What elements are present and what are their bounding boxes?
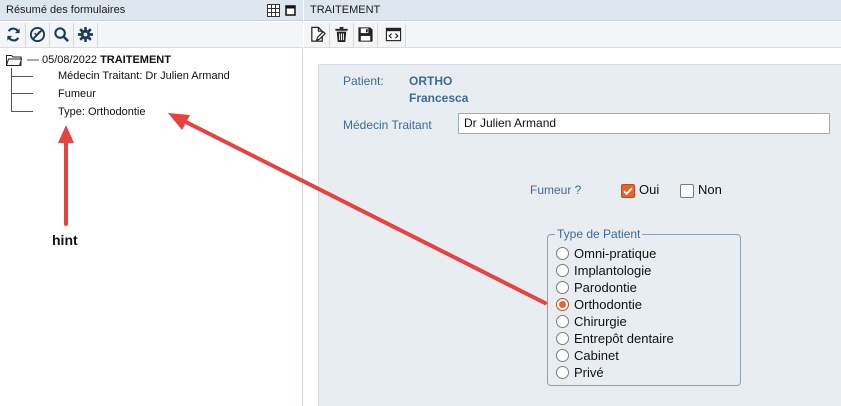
smoker-yes-checkbox[interactable] [621,184,635,198]
tree-branch-line [11,111,33,112]
radio-button[interactable] [556,366,569,379]
forms-summary-panel: Résumé des formulaires 05/08/2022 TRAITE… [0,0,303,406]
patient-type-option[interactable]: Cabinet [556,347,619,364]
doctor-label: Médecin Traitant [343,118,432,132]
patient-type-option[interactable]: Privé [556,364,604,381]
treatment-panel: TRAITEMENT Patient: ORTHO Francesca Méde… [304,0,841,406]
smoker-no-checkbox[interactable] [680,184,694,198]
radio-label: Cabinet [574,348,619,363]
tree-branch-line [11,76,33,77]
tree-connector [27,59,39,61]
edit-document-icon [311,26,326,42]
patient-label: Patient: [343,74,384,88]
search-button[interactable] [50,22,74,47]
radio-button[interactable] [556,264,569,277]
tree-branch-line [11,93,33,94]
refresh-icon [7,27,20,42]
search-icon [54,27,69,42]
patient-type-option[interactable]: Implantologie [556,262,651,279]
radio-label: Implantologie [574,263,652,278]
smoker-no-label[interactable]: Non [698,182,722,197]
radio-label: Orthodontie [574,297,642,312]
grid-icon[interactable] [267,4,280,17]
treatment-form: Patient: ORTHO Francesca Médecin Traitan… [318,64,841,406]
forms-summary-title: Résumé des formulaires [6,4,126,16]
treatment-toolbar [304,22,841,48]
patient-type-option[interactable]: Entrepôt dentaire [556,330,674,347]
tree-root-node[interactable]: 05/08/2022 TRAITEMENT [6,52,171,68]
patient-last-name: ORTHO [409,74,453,88]
radio-button-selected[interactable] [556,298,569,311]
tree-item-doctor[interactable]: Médecin Traitant: Dr Julien Armand [58,69,230,83]
hint-annotation-label: hint [52,232,78,248]
radio-label: Entrepôt dentaire [574,331,674,346]
save-icon [358,27,373,42]
code-icon [385,27,402,42]
open-folder-icon [6,55,22,66]
delete-button[interactable] [330,22,354,47]
clear-filter-button[interactable] [26,22,50,47]
treatment-title: TRAITEMENT [310,4,381,16]
patient-type-option[interactable]: Omni-pratique [556,245,656,262]
tree-branch-line [11,68,12,111]
radio-label: Chirurgie [574,314,627,329]
settings-button[interactable] [74,22,98,47]
radio-button[interactable] [556,332,569,345]
trash-icon [335,26,348,43]
forms-summary-header: Résumé des formulaires [0,0,303,21]
smoker-yes-label[interactable]: Oui [639,182,659,197]
gear-icon [77,26,94,43]
radio-button[interactable] [556,349,569,362]
doctor-input[interactable]: Dr Julien Armand [458,113,830,134]
radio-label: Parodontie [574,280,637,295]
patient-type-option[interactable]: Orthodontie [556,296,642,313]
patient-type-option[interactable]: Chirurgie [556,313,627,330]
radio-label: Omni-pratique [574,246,657,261]
patient-type-group: Type de Patient Omni-pratique Implantolo… [547,227,741,386]
tree-item-type[interactable]: Type: Orthodontie [58,105,145,119]
patient-type-option[interactable]: Parodontie [556,279,637,296]
smoker-label: Fumeur ? [530,183,582,197]
radio-button[interactable] [556,315,569,328]
radio-label: Privé [574,365,604,380]
source-button[interactable] [382,22,406,47]
no-filter-icon [29,26,46,43]
refresh-button[interactable] [2,22,26,47]
tree-root-label: TRAITEMENT [100,54,171,66]
forms-summary-toolbar [0,22,303,48]
checkmark-icon [623,187,633,196]
edit-form-button[interactable] [306,22,330,47]
restore-icon[interactable] [284,4,297,17]
treatment-header: TRAITEMENT [304,0,841,21]
tree-item-smoker[interactable]: Fumeur [58,87,96,101]
radio-button[interactable] [556,281,569,294]
tree-root-date: 05/08/2022 [42,54,98,66]
radio-button[interactable] [556,247,569,260]
patient-first-name: Francesca [409,91,469,105]
save-button[interactable] [354,22,378,47]
patient-type-legend: Type de Patient [555,227,643,241]
